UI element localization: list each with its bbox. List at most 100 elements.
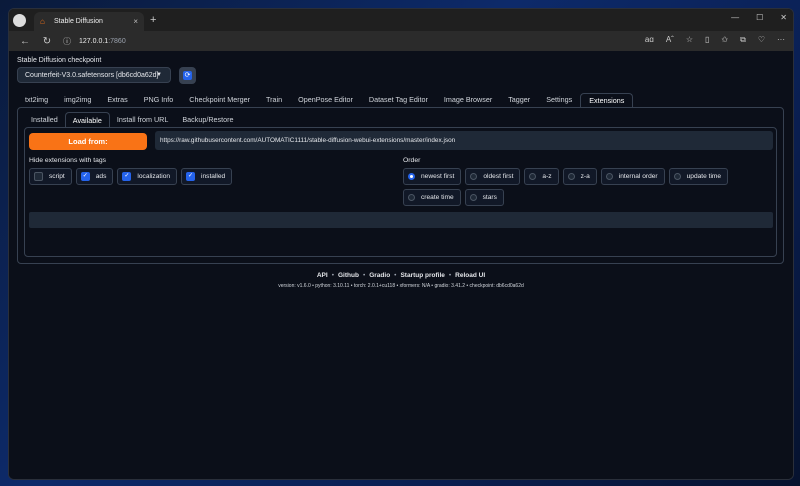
checkbox-icon [34,172,43,181]
hide-tags-group: script ✓ ads ✓ localization ✓ installed [29,168,389,185]
footer-link-gradio[interactable]: Gradio [369,272,390,279]
checkbox-icon: ✓ [80,172,90,181]
close-window-icon[interactable]: ✕ [780,13,787,22]
tab-extensions[interactable]: Extensions [580,93,634,108]
order-option-create-time[interactable]: create time [403,189,461,206]
tag-label: script [49,173,65,180]
checkpoint-dropdown[interactable]: Counterfeit-V3.0.safetensors [db6cd0a62d… [17,67,171,83]
tab-train[interactable]: Train [258,93,290,108]
extensions-subtabs: Installed Available Install from URL Backup… [24,112,241,128]
app-favicon-icon: ⌂ [40,16,45,26]
favorite-star-icon[interactable]: ☆ [686,35,693,45]
refresh-icon: ⟳ [183,71,192,80]
tab-dataset-tag-editor[interactable]: Dataset Tag Editor [361,93,436,108]
tab-png-info[interactable]: PNG Info [136,93,182,108]
checkpoint-value: Counterfeit-V3.0.safetensors [db6cd0a62d… [25,71,159,79]
extension-list-area [29,212,773,228]
load-from-button[interactable]: Load from: [29,133,147,150]
profile-avatar[interactable] [13,13,26,27]
order-label: create time [421,194,454,201]
order-option-newest-first[interactable]: newest first [403,168,462,185]
back-icon[interactable]: ← [19,36,31,47]
minimize-icon[interactable]: — [731,13,739,22]
tag-label: ads [95,173,107,180]
tag-checkbox-installed[interactable]: ✓ installed [181,168,233,185]
reload-icon[interactable]: ↻ [41,36,53,47]
footer-link-startup-profile[interactable]: Startup profile [400,272,444,279]
order-radio-group: newest first oldest first a-z z-a internal o… [403,168,773,206]
footer-link-reload-ui[interactable]: Reload UI [455,272,485,279]
footer-separator: • [362,272,366,279]
order-label: z-a [580,173,590,180]
browser-tab[interactable]: ⌂ Stable Diffusion × [34,12,144,31]
extension-icon[interactable]: ♡ [758,35,765,45]
footer-separator: • [331,272,334,279]
radio-icon [408,173,415,180]
radio-icon [408,194,415,201]
radio-icon [605,173,613,180]
order-label: update time [686,173,722,180]
subtab-installed[interactable]: Installed [24,112,65,128]
more-menu-icon[interactable]: ··· [777,35,785,45]
tag-checkbox-localization[interactable]: ✓ localization [117,168,178,185]
footer-separator: • [448,272,452,279]
order-option-a-z[interactable]: a-z [524,168,559,185]
radio-icon [567,173,575,180]
checkbox-icon: ✓ [186,172,196,181]
radio-icon [469,194,477,201]
footer-link-github[interactable]: Github [338,272,359,279]
title-bar: ⌂ Stable Diffusion × + — ☐ ✕ [9,9,793,31]
footer-link-api[interactable]: API [317,272,328,279]
order-option-stars[interactable]: stars [464,189,504,206]
order-option-oldest-first[interactable]: oldest first [465,168,521,185]
tab-settings[interactable]: Settings [538,93,580,108]
tag-label: installed [201,173,226,180]
info-icon[interactable]: ⓘ [63,36,71,47]
url-field[interactable]: ⓘ 127.0.0.1:7860 [57,34,647,48]
order-option-z-a[interactable]: z-a [562,168,597,185]
footer-separator: • [394,272,397,279]
order-option-update-time[interactable]: update time [668,168,729,185]
split-screen-icon[interactable]: ▯ [705,35,709,45]
tab-img2img[interactable]: img2img [56,93,99,108]
order-label: oldest first [483,173,514,180]
refresh-checkpoint-button[interactable]: ⟳ [179,67,196,84]
text-size-icon[interactable]: Aˆ [666,35,674,45]
extensions-panel: Installed Available Install from URL Backup… [17,107,784,264]
new-tab-button[interactable]: + [150,14,156,26]
collections-icon[interactable]: ⧉ [740,35,746,45]
favorites-icon[interactable]: ✩ [721,35,728,45]
address-bar: ← ↻ ⓘ 127.0.0.1:7860 aɑ Aˆ ☆ ▯ ✩ ⧉ ♡ ··· [9,31,793,51]
url-host: 127.0.0.1 [79,37,109,45]
radio-icon [673,173,681,180]
maximize-icon[interactable]: ☐ [756,13,763,22]
tab-extras[interactable]: Extras [99,93,135,108]
order-label: stars [482,194,497,201]
order-label: internal order [618,173,658,180]
close-tab-icon[interactable]: × [133,17,138,26]
version-info: version: v1.6.0 • python: 3.10.11 • torc… [278,283,524,289]
tag-label: localization [137,173,171,180]
tab-image-browser[interactable]: Image Browser [436,93,500,108]
order-label: Order [403,157,421,164]
tab-openpose-editor[interactable]: OpenPose Editor [290,93,361,108]
checkbox-icon: ✓ [122,172,132,181]
url-port: :7860 [108,37,126,45]
subtab-install-from-url[interactable]: Install from URL [110,112,176,128]
read-aloud-icon[interactable]: aɑ [645,35,654,45]
tag-checkbox-ads[interactable]: ✓ ads [75,168,114,185]
main-tabs: txt2img img2img Extras PNG Info Checkpoint M… [17,93,785,108]
subtab-backup-restore[interactable]: Backup/Restore [175,112,240,128]
checkpoint-label: Stable Diffusion checkpoint [17,57,102,64]
tab-tagger[interactable]: Tagger [500,93,538,108]
webui-page: Stable Diffusion checkpoint Counterfeit-… [9,51,793,479]
order-label: a-z [542,173,552,180]
index-url-input[interactable]: https://raw.githubusercontent.com/AUTOMA… [155,131,773,150]
tag-checkbox-script[interactable]: script [29,168,72,185]
order-option-internal-order[interactable]: internal order [600,168,665,185]
tab-txt2img[interactable]: txt2img [17,93,56,108]
hide-tags-label: Hide extensions with tags [29,157,107,164]
footer-links: API • Github • Gradio • Startup profile • Reload… [9,272,793,279]
subtab-available[interactable]: Available [64,112,110,128]
tab-checkpoint-merger[interactable]: Checkpoint Merger [181,93,258,108]
